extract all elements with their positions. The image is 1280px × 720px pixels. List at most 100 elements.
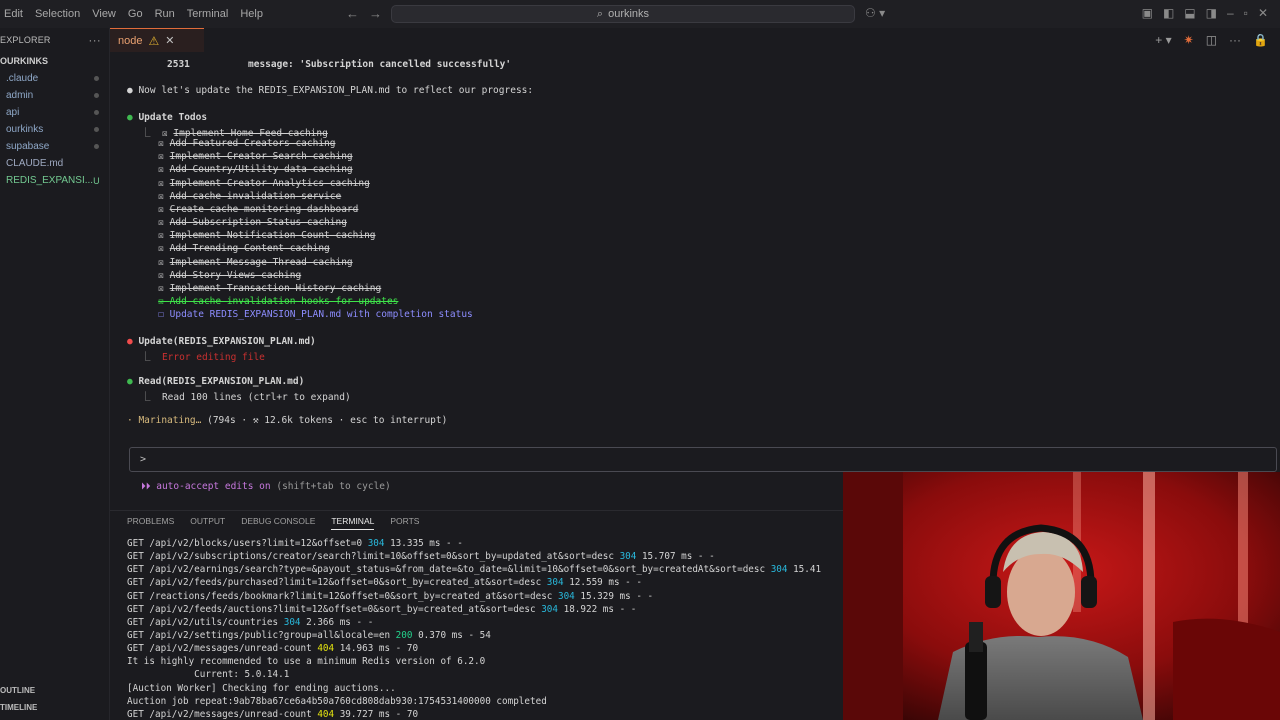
status-code: 304	[283, 616, 301, 628]
status-code: 200	[395, 629, 413, 641]
update-call: ● Update(REDIS_EXPANSION_PLAN.md)	[127, 336, 316, 347]
log-line: It is highly recommended to use a minimu…	[127, 656, 486, 668]
menu-selection[interactable]: Selection	[29, 0, 86, 28]
title-bar: Edit Selection View Go Run Terminal Help…	[0, 0, 1280, 28]
todo-item: ☒ Add Trending Content caching	[158, 243, 330, 255]
log-line: [Auction Worker] Checking for ending auc…	[127, 682, 396, 694]
message-line: message: 'Subscription cancelled success…	[248, 59, 512, 70]
checked-box-icon: ☒	[158, 230, 170, 242]
line-number: 2531	[167, 59, 190, 70]
toggle-panel-icon[interactable]: ⬓	[1184, 6, 1195, 20]
new-terminal-icon[interactable]: + ▾	[1155, 33, 1171, 47]
todo-item: ☒ Implement Transaction History caching	[158, 282, 382, 294]
tree-item-claude[interactable]: .claude	[0, 70, 109, 87]
explorer-sidebar: EXPLORER ··· OURKINKS .claude admin api …	[0, 28, 110, 720]
todo-item: ☒ Implement Creator Analytics caching	[158, 177, 370, 189]
outline-section[interactable]: OUTLINE	[0, 686, 35, 695]
close-window-icon[interactable]: ✕	[1258, 6, 1268, 20]
nav-arrows: ← →	[346, 6, 382, 21]
tree-item-label: api	[6, 107, 20, 118]
tree-item-label: admin	[6, 90, 34, 101]
warning-icon: ⚠	[148, 33, 160, 48]
webcam-image	[843, 472, 1280, 720]
panel-tabs: PROBLEMS OUTPUT DEBUG CONSOLE TERMINAL P…	[127, 516, 419, 530]
untracked-badge: U	[93, 175, 100, 186]
menu-view[interactable]: View	[86, 0, 122, 28]
log-line: GET /api/v2/subscriptions/creator/search…	[127, 551, 715, 563]
todo-item: ☒ Add Country/Utility data caching	[158, 164, 353, 176]
tree-item-ourkinks[interactable]: ourkinks	[0, 121, 109, 138]
toggle-secondary-icon[interactable]: ◨	[1206, 6, 1217, 20]
status-code: 404	[317, 643, 335, 655]
terminal-editor: 2531 message: 'Subscription cancelled su…	[110, 52, 1280, 510]
menu-go[interactable]: Go	[122, 0, 149, 28]
bullet-icon: ●	[127, 112, 139, 123]
menu-run[interactable]: Run	[149, 0, 181, 28]
search-label: ourkinks	[608, 8, 650, 20]
bullet-icon: ●	[127, 85, 139, 96]
minimize-icon[interactable]: –	[1227, 6, 1234, 20]
split-editor-icon[interactable]: ◫	[1206, 33, 1217, 47]
tab-problems[interactable]: PROBLEMS	[127, 516, 174, 530]
claude-spark-icon[interactable]: ✷	[1184, 33, 1194, 47]
update-error-line: ⎿ Error editing file	[141, 352, 265, 363]
toggle-sidebar-icon[interactable]: ◧	[1163, 6, 1174, 20]
more-icon[interactable]: ···	[1229, 33, 1241, 47]
status-code: 304	[557, 590, 575, 602]
tree-item-claude-md[interactable]: CLAUDE.md	[0, 155, 109, 172]
close-tab-icon[interactable]: ✕	[165, 34, 174, 47]
prompt-caret: >	[140, 454, 147, 465]
forward-arrow-icon[interactable]: →	[369, 6, 382, 21]
webcam-overlay	[843, 472, 1280, 720]
tab-output[interactable]: OUTPUT	[190, 516, 225, 530]
prompt-input[interactable]: >	[129, 447, 1277, 472]
log-line: GET /api/v2/settings/public?group=all&lo…	[127, 629, 491, 641]
tree-item-label: .claude	[6, 73, 39, 84]
menu-edit[interactable]: Edit	[0, 0, 29, 28]
log-line: GET /api/v2/messages/unread-count 404 14…	[127, 643, 419, 655]
root-folder[interactable]: OURKINKS	[0, 52, 109, 70]
tab-debug-console[interactable]: DEBUG CONSOLE	[241, 516, 315, 530]
status-code: 304	[541, 603, 558, 615]
todo-item: ☒ Implement Notification Count caching	[158, 230, 376, 242]
checked-box-icon: ☒	[158, 164, 170, 176]
todo-item: ☒ Create cache monitoring dashboard	[158, 203, 359, 215]
maximize-icon[interactable]: ▫	[1244, 6, 1248, 20]
editor-actions: + ▾ ✷ ◫ ··· 🔒	[1155, 33, 1268, 47]
back-arrow-icon[interactable]: ←	[346, 6, 359, 21]
bullet-icon: ●	[127, 336, 139, 347]
auto-accept-line: ⏵⏵ auto-accept edits on (shift+tab to cy…	[141, 481, 391, 492]
tab-ports[interactable]: PORTS	[390, 516, 419, 530]
checked-box-icon: ☒	[158, 282, 170, 294]
log-line: GET /api/v2/utils/countries 304 2.366 ms…	[127, 616, 374, 628]
status-dot-icon	[94, 76, 99, 81]
status-code: 304	[770, 564, 788, 576]
checked-box-icon: ☒	[158, 203, 170, 215]
more-actions-icon[interactable]: ···	[88, 33, 101, 47]
command-center-search[interactable]: ⌕ ourkinks	[391, 5, 855, 23]
editor-tab-bar: node ⚠ ✕ + ▾ ✷ ◫ ··· 🔒	[110, 28, 1280, 52]
lock-icon[interactable]: 🔒	[1253, 33, 1268, 47]
checked-box-icon: ☒	[158, 138, 170, 150]
checked-box-icon: ☒	[158, 256, 170, 268]
tab-terminal[interactable]: TERMINAL	[331, 516, 375, 530]
checked-box-icon: ☒	[158, 217, 170, 229]
timeline-section[interactable]: TIMELINE	[0, 703, 37, 712]
copilot-icon[interactable]: ⚇ ▾	[865, 6, 885, 20]
todo-item-pending: ☐ Update REDIS_EXPANSION_PLAN.md with co…	[158, 309, 473, 321]
checked-box-icon: ☒	[158, 177, 170, 189]
menu-help[interactable]: Help	[234, 0, 269, 28]
tree-item-api[interactable]: api	[0, 104, 109, 121]
checked-box-icon: ☒	[158, 269, 170, 281]
layout-icon[interactable]: ▣	[1142, 6, 1153, 20]
tree-item-supabase[interactable]: supabase	[0, 138, 109, 155]
tree-item-admin[interactable]: admin	[0, 87, 109, 104]
tab-node[interactable]: node ⚠ ✕	[110, 28, 204, 52]
todo-item: ☒ Implement Creator Search caching	[158, 151, 353, 163]
terminal-output: GET /api/v2/blocks/users?limit=12&offset…	[127, 538, 847, 720]
log-line: GET /api/v2/feeds/auctions?limit=12&offs…	[127, 603, 637, 615]
tab-label: node	[118, 34, 143, 47]
tree-item-redis-plan[interactable]: REDIS_EXPANSI... U	[0, 172, 109, 189]
menu-terminal[interactable]: Terminal	[181, 0, 235, 28]
log-line: Current: 5.0.14.1	[127, 669, 290, 681]
